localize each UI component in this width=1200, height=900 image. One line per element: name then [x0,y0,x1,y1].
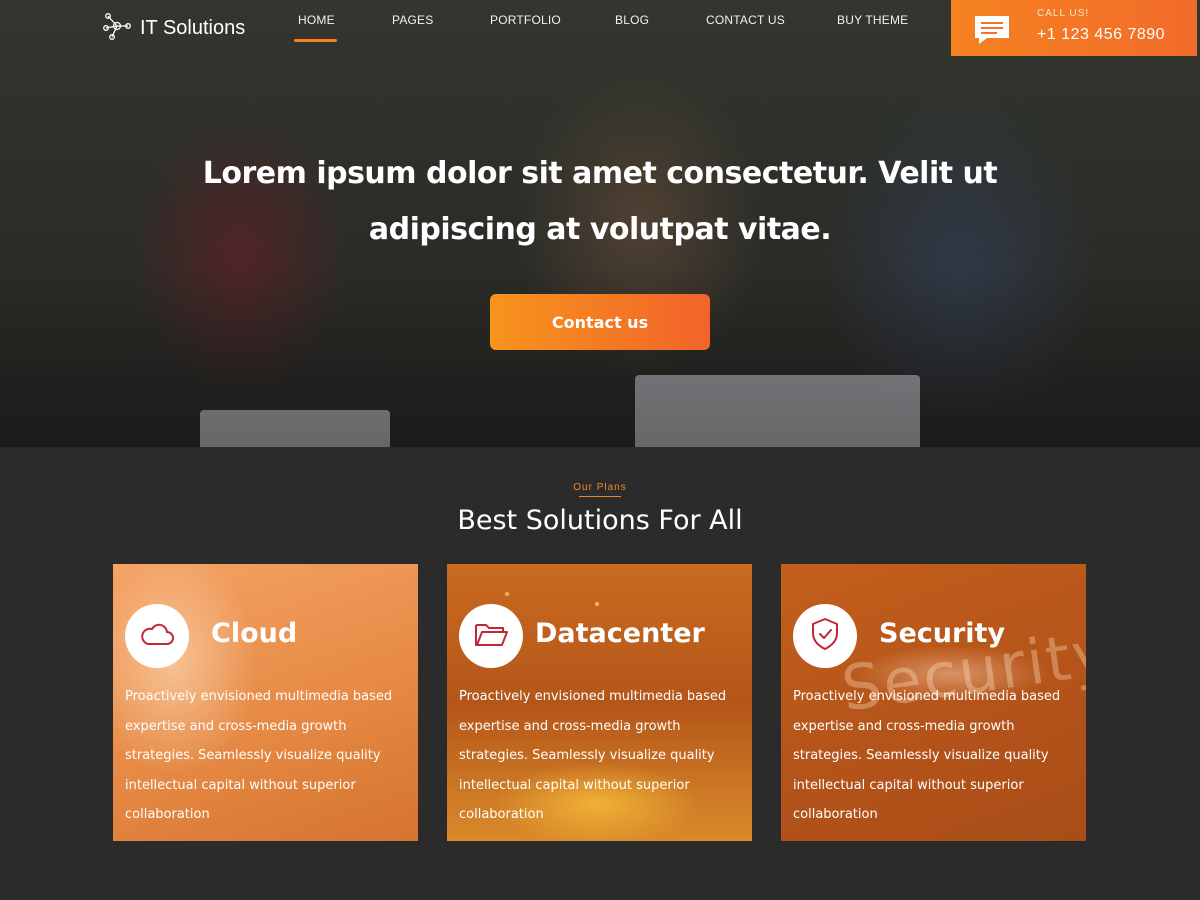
folder-icon [473,620,509,652]
chat-icon [973,14,1011,50]
card-title: Security [879,618,1006,649]
card-icon-badge [125,604,189,668]
section-kicker: Our Plans [573,482,627,493]
card-title: Cloud [211,618,298,649]
nav-item-blog[interactable]: BLOG [615,13,649,27]
nav-item-buy-theme[interactable]: BUY THEME [837,13,908,27]
nav-item-portfolio[interactable]: PORTFOLIO [490,13,561,27]
call-us-box[interactable]: CALL US! +1 123 456 7890 [951,0,1197,56]
plan-card-cloud[interactable]: Cloud Proactively envisioned multimedia … [113,564,418,841]
nav-item-home[interactable]: HOME [298,13,335,27]
brand-name: IT Solutions [140,16,246,39]
kicker-underline [579,496,621,497]
nav-item-pages[interactable]: PAGES [392,13,433,27]
hero-headline: Lorem ipsum dolor sit amet consectetur. … [202,156,998,247]
call-us-number[interactable]: +1 123 456 7890 [1037,26,1165,44]
card-title: Datacenter [535,618,705,649]
card-icon-badge [793,604,857,668]
nav-active-indicator [294,39,337,42]
network-nodes-icon [102,11,132,45]
nav-item-contact-us[interactable]: CONTACT US [706,13,785,27]
cloud-icon [139,621,175,651]
card-description: Proactively envisioned multimedia based … [125,689,393,822]
call-us-label: CALL US! [1037,8,1090,19]
contact-us-button[interactable]: Contact us [490,294,710,350]
card-description: Proactively envisioned multimedia based … [793,689,1061,822]
plan-card-datacenter[interactable]: Datacenter Proactively envisioned multim… [447,564,752,841]
card-description: Proactively envisioned multimedia based … [459,689,727,822]
brand-logo[interactable]: IT Solutions [102,12,245,44]
shield-check-icon [810,617,840,655]
section-title: Best Solutions For All [457,505,743,536]
plan-card-security[interactable]: Security Security Proactively envisioned… [781,564,1086,841]
card-icon-badge [459,604,523,668]
